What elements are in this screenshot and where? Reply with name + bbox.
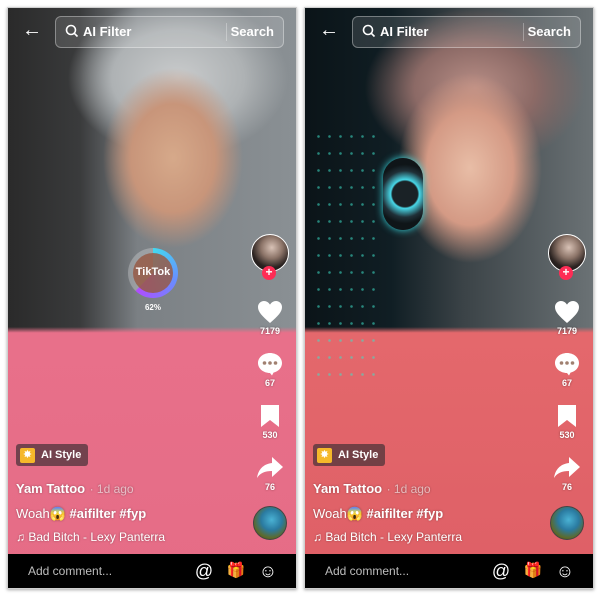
ai-style-label: AI Style: [41, 449, 82, 461]
music-disc-icon[interactable]: [550, 506, 584, 540]
search-input[interactable]: AI Filter Search: [352, 16, 581, 48]
mention-icon[interactable]: @: [491, 561, 511, 581]
heart-icon: [258, 301, 282, 323]
video-caption: Woah😱 #aifilter #fyp: [313, 506, 543, 522]
music-track[interactable]: ♫ Bad Bitch - Lexy Panterra: [313, 530, 543, 544]
search-query: AI Filter: [83, 24, 132, 39]
comment-button[interactable]: 67: [545, 352, 589, 388]
search-divider: [523, 23, 524, 41]
share-arrow-icon: [257, 457, 283, 478]
music-title: Bad Bitch - Lexy Panterra: [28, 530, 166, 544]
save-count: 530: [559, 430, 575, 440]
effect-sparkle-icon: ✸: [20, 447, 35, 463]
search-divider: [226, 23, 227, 41]
comment-bar: Add comment... @ 🎁 ☺: [8, 554, 296, 588]
follow-plus-icon[interactable]: +: [262, 266, 276, 280]
comment-bubble-icon: [258, 353, 282, 376]
post-time: · 1d ago: [386, 482, 431, 496]
emoji-icon[interactable]: ☺: [555, 561, 575, 581]
follow-plus-icon[interactable]: +: [559, 266, 573, 280]
share-count: 76: [264, 482, 275, 492]
gift-icon[interactable]: 🎁: [226, 561, 246, 581]
search-button[interactable]: Search: [528, 24, 571, 39]
caption-hashtags[interactable]: #aifilter #fyp: [367, 506, 444, 521]
ai-style-label: AI Style: [338, 449, 379, 461]
top-bar: ← AI Filter Search: [8, 8, 296, 54]
video-meta: Yam Tattoo · 1d ago Woah😱 #aifilter #fyp…: [313, 480, 543, 544]
save-count: 530: [262, 430, 278, 440]
comment-input[interactable]: Add comment...: [325, 564, 409, 578]
caption-text: Woah😱: [16, 506, 66, 521]
gift-icon[interactable]: 🎁: [523, 561, 543, 581]
search-icon: [362, 24, 376, 38]
top-bar: ← AI Filter Search: [305, 8, 593, 54]
video-caption: Woah😱 #aifilter #fyp: [16, 506, 246, 522]
search-input[interactable]: AI Filter Search: [55, 16, 284, 48]
like-count: 7179: [556, 326, 578, 336]
effect-sparkle-icon: ✸: [317, 447, 332, 463]
bookmark-icon: [558, 405, 576, 427]
comment-input[interactable]: Add comment...: [28, 564, 112, 578]
like-button[interactable]: 7179: [545, 300, 589, 336]
back-arrow-icon[interactable]: ←: [319, 20, 339, 40]
cyber-background-lights: [313, 128, 383, 378]
like-count: 7179: [259, 326, 281, 336]
share-arrow-icon: [554, 457, 580, 478]
comment-count: 67: [264, 378, 275, 388]
search-button[interactable]: Search: [231, 24, 274, 39]
comment-count: 67: [561, 378, 572, 388]
caption-hashtags[interactable]: #aifilter #fyp: [70, 506, 147, 521]
video-panel-ai-filtered: ← AI Filter Search + 7179 67 530 76 ✸ AI…: [304, 7, 594, 589]
comment-bar: Add comment... @ 🎁 ☺: [305, 554, 593, 588]
ai-style-badge[interactable]: ✸ AI Style: [16, 444, 89, 466]
music-title: Bad Bitch - Lexy Panterra: [325, 530, 463, 544]
comment-bubble-icon: [555, 353, 579, 376]
save-button[interactable]: 530: [248, 404, 292, 440]
share-button[interactable]: 76: [248, 456, 292, 492]
author-name[interactable]: Yam Tattoo: [16, 481, 85, 496]
music-disc-icon[interactable]: [253, 506, 287, 540]
post-time: · 1d ago: [89, 482, 134, 496]
ai-style-badge[interactable]: ✸ AI Style: [313, 444, 386, 466]
bookmark-icon: [261, 405, 279, 427]
video-meta: Yam Tattoo · 1d ago Woah😱 #aifilter #fyp…: [16, 480, 246, 544]
comment-button[interactable]: 67: [248, 352, 292, 388]
mention-icon[interactable]: @: [194, 561, 214, 581]
share-button[interactable]: 76: [545, 456, 589, 492]
tiktok-logo-text: TikTok: [135, 266, 171, 278]
search-icon: [65, 24, 79, 38]
save-button[interactable]: 530: [545, 404, 589, 440]
music-track[interactable]: ♫ Bad Bitch - Lexy Panterra: [16, 530, 246, 544]
progress-percent: 62%: [144, 303, 161, 312]
music-note-icon: ♫: [16, 530, 25, 544]
caption-text: Woah😱: [313, 506, 363, 521]
music-note-icon: ♫: [313, 530, 322, 544]
cyber-headphone: [383, 158, 423, 230]
back-arrow-icon[interactable]: ←: [22, 20, 42, 40]
author-name[interactable]: Yam Tattoo: [313, 481, 382, 496]
heart-icon: [555, 301, 579, 323]
video-panel-original: ← AI Filter Search TikTok 62% + 7179 67 …: [7, 7, 297, 589]
search-query: AI Filter: [380, 24, 429, 39]
share-count: 76: [561, 482, 572, 492]
like-button[interactable]: 7179: [248, 300, 292, 336]
emoji-icon[interactable]: ☺: [258, 561, 278, 581]
